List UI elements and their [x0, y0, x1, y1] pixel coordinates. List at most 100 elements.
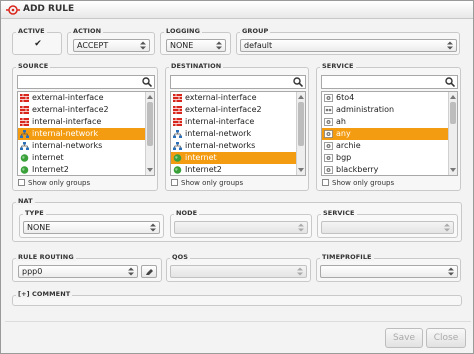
nat-service-select[interactable]	[321, 221, 454, 234]
destination-show-only-groups[interactable]: Show only groups	[171, 179, 243, 187]
service-list[interactable]: 6to4 administration ah any archie bgp blackber…	[321, 91, 458, 176]
source-list-item[interactable]: internet	[18, 152, 154, 164]
rule-routing-legend: RULE ROUTING	[16, 253, 76, 261]
firewall-icon	[173, 106, 182, 114]
scroll-up-icon[interactable]	[450, 94, 456, 100]
group-legend: GROUP	[240, 27, 271, 35]
service-list-item[interactable]: bgp	[322, 152, 457, 164]
rule-routing-select[interactable]: ppp0	[18, 265, 138, 278]
firewall-icon	[20, 118, 29, 126]
destination-list-item[interactable]: internal-network	[171, 128, 305, 140]
scroll-down-icon[interactable]	[298, 167, 304, 173]
destination-group: DESTINATION external-interface external-i…	[165, 62, 309, 191]
select-arrows-icon	[297, 267, 303, 276]
service-show-only-groups-label: Show only groups	[332, 179, 395, 187]
close-button[interactable]: Close	[426, 328, 466, 348]
save-button[interactable]: Save	[385, 328, 423, 348]
source-list-item[interactable]: internal-interface	[18, 116, 154, 128]
source-list-item-label: internal-network	[32, 129, 99, 138]
globe-icon	[20, 154, 29, 162]
source-list[interactable]: external-interface external-interface2 int…	[17, 91, 155, 176]
source-show-only-groups-checkbox[interactable]	[18, 179, 25, 186]
service-list-item-label: blackberry	[336, 165, 379, 174]
destination-list-item-label: internet	[185, 153, 217, 162]
service-list-item[interactable]: administration	[322, 104, 457, 116]
add-rule-dialog: ADD RULE ACTIVE ✔ ACTION ACCEPT LOGGING …	[0, 0, 474, 354]
destination-list-scrollbar[interactable]	[296, 92, 305, 175]
logging-select[interactable]: NONE	[166, 39, 226, 52]
search-icon[interactable]	[293, 77, 303, 87]
service-list-item-label: ah	[336, 117, 346, 126]
service-icon	[324, 94, 333, 102]
scroll-down-icon[interactable]	[147, 167, 153, 173]
destination-list-item[interactable]: external-interface	[171, 92, 305, 104]
group-select[interactable]: default	[240, 39, 457, 52]
service-list-item[interactable]: archie	[322, 140, 457, 152]
comment-group[interactable]: [+] COMMENT	[12, 290, 462, 306]
service-show-only-groups[interactable]: Show only groups	[322, 179, 394, 187]
service-list-scrollbar[interactable]	[448, 92, 457, 175]
search-icon[interactable]	[142, 77, 152, 87]
service-icon	[324, 166, 333, 174]
comment-toggle[interactable]: [+] COMMENT	[16, 290, 73, 298]
service-list-item[interactable]: any	[322, 128, 457, 140]
source-list-item[interactable]: external-interface2	[18, 104, 154, 116]
destination-list[interactable]: external-interface external-interface2 int…	[170, 91, 306, 176]
rule-routing-select-value: ppp0	[22, 267, 43, 276]
source-list-item-label: external-interface2	[32, 105, 109, 114]
source-list-item[interactable]: internal-networks	[18, 140, 154, 152]
destination-show-only-groups-checkbox[interactable]	[171, 179, 178, 186]
rule-routing-edit-button[interactable]	[141, 265, 157, 278]
timeprofile-select[interactable]	[320, 265, 458, 278]
scrollbar-thumb[interactable]	[298, 102, 304, 146]
destination-list-item[interactable]: Internet2	[171, 164, 305, 175]
active-checkbox[interactable]: ✔	[34, 40, 42, 49]
scrollbar-thumb[interactable]	[147, 102, 153, 146]
destination-list-item[interactable]: internal-networks	[171, 140, 305, 152]
firewall-icon	[173, 94, 182, 102]
source-list-item[interactable]: external-interface	[18, 92, 154, 104]
logging-select-value: NONE	[170, 41, 194, 50]
source-search-input[interactable]	[17, 75, 155, 89]
destination-list-item[interactable]: internal-interface	[171, 116, 305, 128]
scroll-up-icon[interactable]	[298, 94, 304, 100]
select-arrows-icon	[444, 223, 450, 232]
service-list-item[interactable]: 6to4	[322, 92, 457, 104]
destination-list-item-label: internal-interface	[185, 117, 255, 126]
source-list-item[interactable]: Internet2	[18, 164, 154, 175]
nat-node-select[interactable]	[174, 221, 308, 234]
service-list-item-label: bgp	[336, 153, 352, 162]
search-icon[interactable]	[445, 77, 455, 87]
select-arrows-icon	[128, 267, 134, 276]
qos-select[interactable]	[170, 265, 307, 278]
service-list-item-label: 6to4	[336, 93, 355, 102]
destination-list-item[interactable]: internet	[171, 152, 305, 164]
nat-node-legend: NODE	[174, 209, 200, 217]
source-list-item-label: Internet2	[32, 165, 69, 174]
action-select[interactable]: ACCEPT	[73, 39, 150, 52]
destination-list-item-label: external-interface2	[185, 105, 262, 114]
service-list-item[interactable]: ah	[322, 116, 457, 128]
source-show-only-groups-label: Show only groups	[28, 179, 91, 187]
action-group: ACTION ACCEPT	[67, 27, 155, 55]
scroll-up-icon[interactable]	[147, 94, 153, 100]
scrollbar-thumb[interactable]	[450, 102, 456, 124]
nat-type-legend: TYPE	[23, 209, 46, 217]
destination-search-input[interactable]	[170, 75, 306, 89]
scroll-down-icon[interactable]	[450, 167, 456, 173]
timeprofile-group: TIMEPROFILE	[316, 253, 461, 282]
source-show-only-groups[interactable]: Show only groups	[18, 179, 90, 187]
service-show-only-groups-checkbox[interactable]	[322, 179, 329, 186]
nat-node-group: NODE	[170, 209, 312, 238]
network-icon	[173, 142, 182, 150]
globe-icon	[173, 166, 182, 174]
action-select-value: ACCEPT	[77, 41, 109, 50]
service-list-item[interactable]: blackberry	[322, 164, 457, 175]
nat-type-select[interactable]: NONE	[23, 221, 160, 234]
nat-service-legend: SERVICE	[321, 209, 357, 217]
service-search-input[interactable]	[321, 75, 458, 89]
source-list-item-label: internet	[32, 153, 64, 162]
source-list-scrollbar[interactable]	[145, 92, 154, 175]
source-list-item[interactable]: internal-network	[18, 128, 154, 140]
destination-list-item[interactable]: external-interface2	[171, 104, 305, 116]
